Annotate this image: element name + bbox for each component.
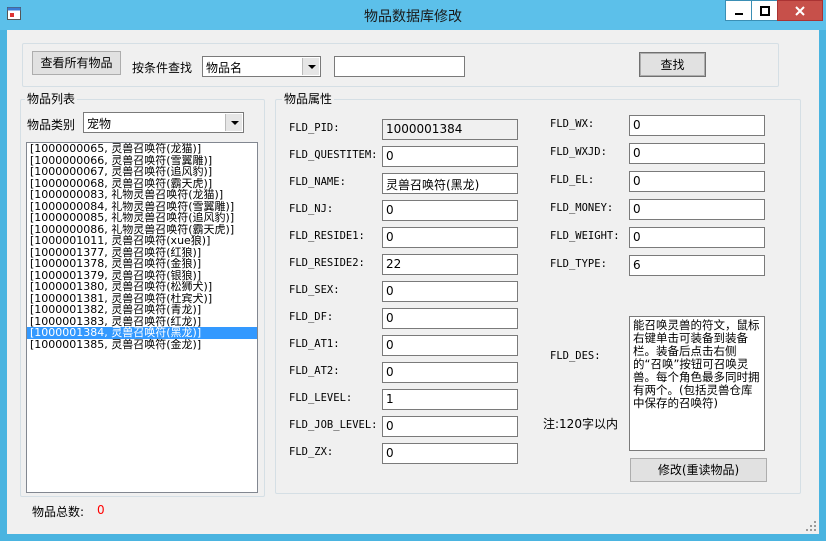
total-label: 物品总数: bbox=[32, 505, 85, 519]
field-label: FLD_NAME: bbox=[289, 176, 346, 188]
list-item[interactable]: [1000001383, 灵兽召唤符(红龙)] bbox=[27, 316, 257, 328]
list-item[interactable]: [1000001011, 灵兽召唤符(xue狼)] bbox=[27, 235, 257, 247]
field-label: FLD_SEX: bbox=[289, 284, 340, 296]
list-item[interactable]: [1000001378, 灵兽召唤符(金狼)] bbox=[27, 258, 257, 270]
field-label: FLD_AT1: bbox=[289, 338, 340, 350]
field-input[interactable]: 0 bbox=[629, 199, 765, 220]
search-field-value: 物品名 bbox=[206, 61, 243, 75]
field-input[interactable]: 0 bbox=[382, 281, 518, 302]
list-item[interactable]: [1000000067, 灵兽召唤符(追风豹)] bbox=[27, 166, 257, 178]
field-input[interactable]: 0 bbox=[382, 443, 518, 464]
maximize-button[interactable] bbox=[751, 0, 778, 21]
field-label: FLD_ZX: bbox=[289, 446, 334, 458]
minimize-icon bbox=[734, 12, 743, 15]
field-input[interactable]: 0 bbox=[382, 335, 518, 356]
category-label: 物品类别 bbox=[27, 118, 76, 132]
category-value: 宠物 bbox=[87, 117, 112, 131]
field-input[interactable]: 0 bbox=[629, 115, 765, 136]
list-item[interactable]: [1000001381, 灵兽召唤符(杜宾犬)] bbox=[27, 293, 257, 305]
list-item[interactable]: [1000000066, 灵兽召唤符(雪翼雕)] bbox=[27, 155, 257, 167]
field-input[interactable]: 0 bbox=[382, 200, 518, 221]
list-item[interactable]: [1000000084, 礼物灵兽召唤符(雪翼雕)] bbox=[27, 201, 257, 213]
field-label: FLD_MONEY: bbox=[550, 202, 614, 214]
field-input[interactable]: 0 bbox=[382, 416, 518, 437]
field-label: FLD_LEVEL: bbox=[289, 392, 353, 404]
client-area: 查看所有物品 按条件查找 物品名 查找 物品列表 物品类别 宠物 [100000… bbox=[7, 30, 819, 534]
des-textarea[interactable]: 能召唤灵兽的符文，鼠标右键单击可装备到装备栏。装备后点击右侧的“召唤”按钮可召唤… bbox=[629, 316, 765, 451]
total-value: 0 bbox=[97, 503, 105, 517]
field-input[interactable]: 灵兽召唤符(黑龙) bbox=[382, 173, 518, 194]
field-label: FLD_NJ: bbox=[289, 203, 334, 215]
field-label: FLD_JOB_LEVEL: bbox=[289, 419, 378, 431]
field-label: FLD_WEIGHT: bbox=[550, 230, 620, 242]
field-label: FLD_PID: bbox=[289, 122, 340, 134]
field-input[interactable]: 0 bbox=[629, 227, 765, 248]
field-input[interactable]: 0 bbox=[629, 143, 765, 164]
item-list-title: 物品列表 bbox=[25, 92, 78, 106]
des-label: FLD_DES: bbox=[550, 350, 601, 362]
list-item[interactable]: [1000000065, 灵兽召唤符(龙猫)] bbox=[27, 143, 257, 155]
window-title: 物品数据库修改 bbox=[364, 9, 462, 25]
search-input[interactable] bbox=[334, 56, 465, 77]
search-field-dropdown[interactable]: 物品名 bbox=[202, 56, 321, 77]
list-item[interactable]: [1000000068, 灵兽召唤符(霸天虎)] bbox=[27, 178, 257, 190]
field-input[interactable]: 0 bbox=[382, 146, 518, 167]
des-note: 注:120字以内 bbox=[543, 417, 618, 431]
title-bar[interactable]: 物品数据库修改 bbox=[0, 0, 826, 30]
field-input[interactable]: 0 bbox=[382, 227, 518, 248]
view-all-button[interactable]: 查看所有物品 bbox=[32, 51, 121, 75]
field-input[interactable]: 0 bbox=[382, 308, 518, 329]
category-dropdown[interactable]: 宠物 bbox=[83, 112, 244, 133]
field-input[interactable]: 1 bbox=[382, 389, 518, 410]
list-item[interactable]: [1000000085, 礼物灵兽召唤符(追风豹)] bbox=[27, 212, 257, 224]
list-item[interactable]: [1000000083, 礼物灵兽召唤符(龙猫)] bbox=[27, 189, 257, 201]
close-button[interactable] bbox=[777, 0, 823, 21]
field-input[interactable]: 6 bbox=[629, 255, 765, 276]
properties-title: 物品属性 bbox=[282, 92, 335, 106]
field-input[interactable]: 22 bbox=[382, 254, 518, 275]
modify-button[interactable]: 修改(重读物品) bbox=[630, 458, 767, 482]
list-item[interactable]: [1000001382, 灵兽召唤符(青龙)] bbox=[27, 304, 257, 316]
field-label: FLD_DF: bbox=[289, 311, 334, 323]
item-list: [1000000065, 灵兽召唤符(龙猫)] [1000000066, 灵兽召唤… bbox=[27, 143, 257, 350]
search-by-label: 按条件查找 bbox=[132, 61, 193, 75]
field-label: FLD_QUESTITEM: bbox=[289, 149, 378, 161]
field-label: FLD_EL: bbox=[550, 174, 595, 186]
search-button[interactable]: 查找 bbox=[639, 52, 706, 77]
list-item[interactable]: [1000001385, 灵兽召唤符(金龙)] bbox=[27, 339, 257, 351]
field-label: FLD_TYPE: bbox=[550, 258, 607, 270]
field-input[interactable]: 0 bbox=[382, 362, 518, 383]
field-label: FLD_RESIDE2: bbox=[289, 257, 365, 269]
close-icon bbox=[795, 5, 805, 16]
field-label: FLD_RESIDE1: bbox=[289, 230, 365, 242]
chevron-down-icon[interactable] bbox=[302, 58, 319, 75]
resize-grip-icon[interactable] bbox=[805, 520, 817, 532]
list-item[interactable]: [1000001384, 灵兽召唤符(黑龙)] bbox=[27, 327, 257, 339]
maximize-icon bbox=[759, 5, 770, 16]
item-listbox[interactable]: [1000000065, 灵兽召唤符(龙猫)] [1000000066, 灵兽召唤… bbox=[26, 142, 258, 493]
field-input[interactable]: 1000001384 bbox=[382, 119, 518, 140]
field-input[interactable]: 0 bbox=[629, 171, 765, 192]
list-item[interactable]: [1000001379, 灵兽召唤符(银狼)] bbox=[27, 270, 257, 282]
chevron-down-icon[interactable] bbox=[225, 114, 242, 131]
minimize-button[interactable] bbox=[725, 0, 752, 21]
field-label: FLD_AT2: bbox=[289, 365, 340, 377]
list-item[interactable]: [1000000086, 礼物灵兽召唤符(霸天虎)] bbox=[27, 224, 257, 236]
list-item[interactable]: [1000001377, 灵兽召唤符(红狼)] bbox=[27, 247, 257, 259]
field-label: FLD_WXJD: bbox=[550, 146, 607, 158]
list-item[interactable]: [1000001380, 灵兽召唤符(松狮犬)] bbox=[27, 281, 257, 293]
field-label: FLD_WX: bbox=[550, 118, 595, 130]
